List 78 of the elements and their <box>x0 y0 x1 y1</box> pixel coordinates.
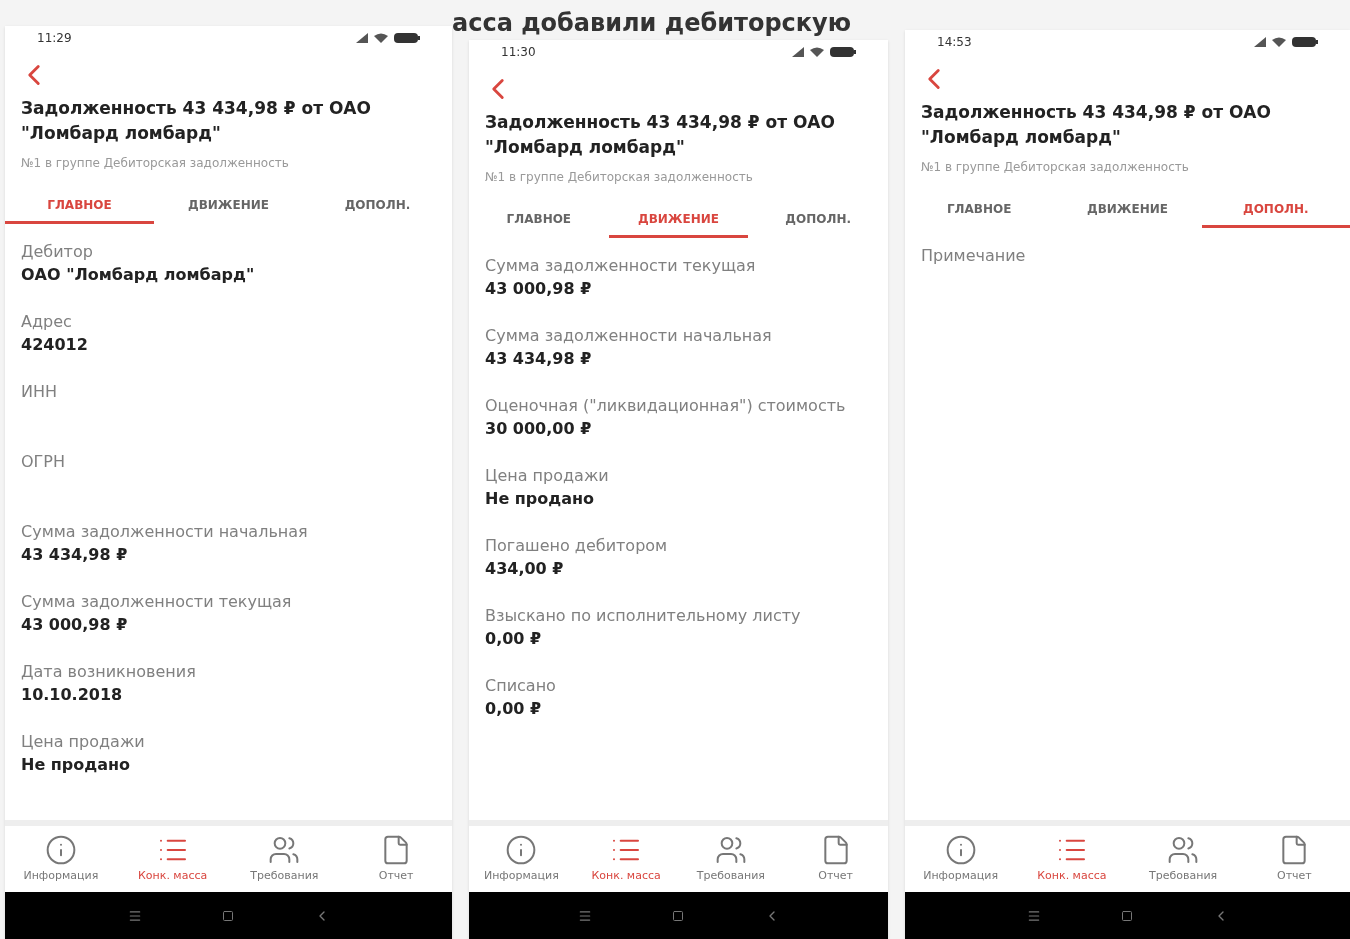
tab[interactable]: ГЛАВНОЕ <box>905 192 1054 228</box>
field-label: Адрес <box>21 311 73 333</box>
field-value: 0,00 ₽ <box>485 698 543 720</box>
field-value: ОАО "Ломбард ломбард" <box>21 264 256 286</box>
field-value: 43 434,98 ₽ <box>21 544 129 566</box>
nav-item[interactable]: Отчет <box>1238 833 1350 885</box>
tab[interactable]: ГЛАВНОЕ <box>5 188 154 224</box>
field-label: Цена продажи <box>485 465 610 487</box>
nav-item[interactable]: Требования <box>678 833 784 885</box>
wifi-icon <box>374 33 388 43</box>
nav-item[interactable]: Конк. масса <box>116 833 229 885</box>
nav-item[interactable]: Конк. масса <box>1016 833 1128 885</box>
info-icon <box>505 833 538 866</box>
field-value: 43 000,98 ₽ <box>21 614 129 636</box>
field-value: 43 000,98 ₽ <box>485 278 593 300</box>
page-title: Задолженность 43 434,98 ₽ от ОАО "Ломбард ломбард" <box>485 111 836 159</box>
nav-item[interactable]: Информация <box>905 833 1017 885</box>
menu-icon[interactable] <box>1026 908 1041 923</box>
field-value: Не продано <box>21 754 132 776</box>
page-title: Задолженность 43 434,98 ₽ от ОАО "Ломбард ломбард" <box>921 101 1272 149</box>
signal-icon <box>792 47 804 57</box>
field-label: Примечание <box>921 245 1027 267</box>
tab[interactable]: ДОПОЛН. <box>303 188 452 224</box>
nav-item[interactable]: Требования <box>1127 833 1239 885</box>
field-label: Цена продажи <box>21 731 146 753</box>
nav-item[interactable]: Отчет <box>783 833 888 885</box>
home-icon[interactable] <box>221 909 234 922</box>
tab[interactable]: ДОПОЛН. <box>1201 192 1350 228</box>
tab[interactable]: ГЛАВНОЕ <box>469 202 609 238</box>
field-label: Сумма задолженности текущая <box>21 591 293 613</box>
status-time: 14:53 <box>937 34 972 51</box>
nav-item[interactable]: Конк. масса <box>573 833 679 885</box>
home-icon[interactable] <box>1120 909 1133 922</box>
page-subtitle: №1 в группе Дебиторская задолженность <box>921 159 1190 176</box>
field-value: 434,00 ₽ <box>485 558 565 580</box>
field-label: ОГРН <box>21 451 67 473</box>
field-value: Не продано <box>485 488 596 510</box>
signal-icon <box>356 33 368 43</box>
field-label: Сумма задолженности начальная <box>485 325 773 347</box>
field-label: Дата возникновения <box>21 661 197 683</box>
menu-icon[interactable] <box>577 908 592 923</box>
tab[interactable]: ДВИЖЕНИЕ <box>1053 192 1202 228</box>
page-title: Задолженность 43 434,98 ₽ от ОАО "Ломбард ломбард" <box>21 97 372 145</box>
tab[interactable]: ДВИЖЕНИЕ <box>608 202 749 238</box>
nav-item[interactable]: Отчет <box>340 833 452 885</box>
background-heading: асса добавили дебиторскую <box>452 8 852 38</box>
field-label: Сумма задолженности текущая <box>485 255 757 277</box>
tab[interactable]: ДВИЖЕНИЕ <box>154 188 303 224</box>
home-icon[interactable] <box>671 909 684 922</box>
info-icon <box>44 833 77 866</box>
page-subtitle: №1 в группе Дебиторская задолженность <box>485 169 754 186</box>
menu-icon[interactable] <box>127 908 142 923</box>
field-label: Взыскано по исполнительному листу <box>485 605 802 627</box>
signal-icon <box>1254 37 1266 47</box>
field-value: 0,00 ₽ <box>485 628 543 650</box>
field-value: 10.10.2018 <box>21 684 124 706</box>
field-label: ИНН <box>21 381 59 403</box>
wifi-icon <box>810 47 824 57</box>
status-time: 11:29 <box>37 30 72 47</box>
info-icon <box>944 833 977 866</box>
field-value: 424012 <box>21 334 89 356</box>
nav-item[interactable]: Информация <box>469 833 574 885</box>
field-label: Сумма задолженности начальная <box>21 521 309 543</box>
status-time: 11:30 <box>501 44 536 61</box>
battery-icon <box>394 33 420 43</box>
field-label: Оценочная ("ликвидационная") стоимость <box>485 395 847 417</box>
tab[interactable]: ДОПОЛН. <box>748 202 888 238</box>
field-label: Погашено дебитором <box>485 535 669 557</box>
battery-icon <box>1292 37 1318 47</box>
field-label: Списано <box>485 675 557 697</box>
nav-item[interactable]: Информация <box>5 833 117 885</box>
field-value: 43 434,98 ₽ <box>485 348 593 370</box>
page-subtitle: №1 в группе Дебиторская задолженность <box>21 155 290 172</box>
wifi-icon <box>1272 37 1286 47</box>
field-value: 30 000,00 ₽ <box>485 418 593 440</box>
battery-icon <box>830 47 856 57</box>
field-label: Дебитор <box>21 241 94 263</box>
nav-item[interactable]: Требования <box>228 833 341 885</box>
